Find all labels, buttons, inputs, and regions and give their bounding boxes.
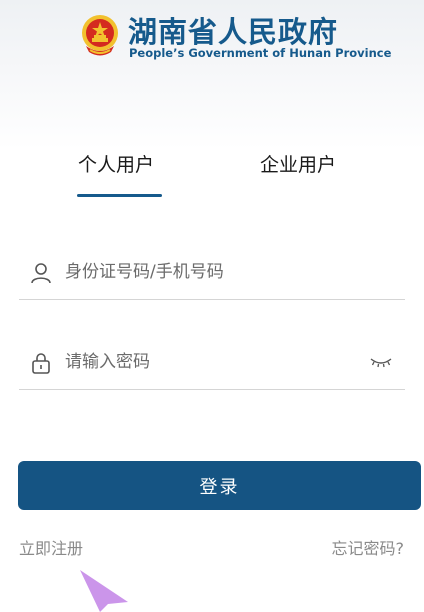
user-type-tabs: 个人用户 企业用户	[0, 145, 424, 205]
user-icon	[31, 263, 51, 284]
username-field	[19, 253, 405, 300]
lock-icon	[32, 353, 50, 374]
forgot-password-link[interactable]: 忘记密码?	[332, 539, 405, 559]
national-emblem-icon	[82, 15, 118, 56]
tab-enterprise-user[interactable]: 企业用户	[260, 153, 336, 177]
eye-closed-icon[interactable]	[369, 353, 393, 371]
register-link[interactable]: 立即注册	[19, 539, 83, 559]
password-field	[19, 343, 405, 390]
header: 湖南省人民政府 People’s Government of Hunan Pro…	[78, 8, 391, 64]
tab-personal-user[interactable]: 个人用户	[78, 153, 154, 177]
pointer-cursor-icon	[80, 570, 128, 612]
site-subtitle: People’s Government of Hunan Province	[129, 46, 392, 60]
password-input[interactable]	[65, 347, 365, 377]
login-button[interactable]: 登录	[18, 461, 421, 510]
site-title: 湖南省人民政府	[128, 15, 339, 49]
active-tab-indicator	[77, 194, 162, 197]
login-page: 湖南省人民政府 People’s Government of Hunan Pro…	[0, 0, 424, 612]
username-input[interactable]	[65, 257, 365, 287]
